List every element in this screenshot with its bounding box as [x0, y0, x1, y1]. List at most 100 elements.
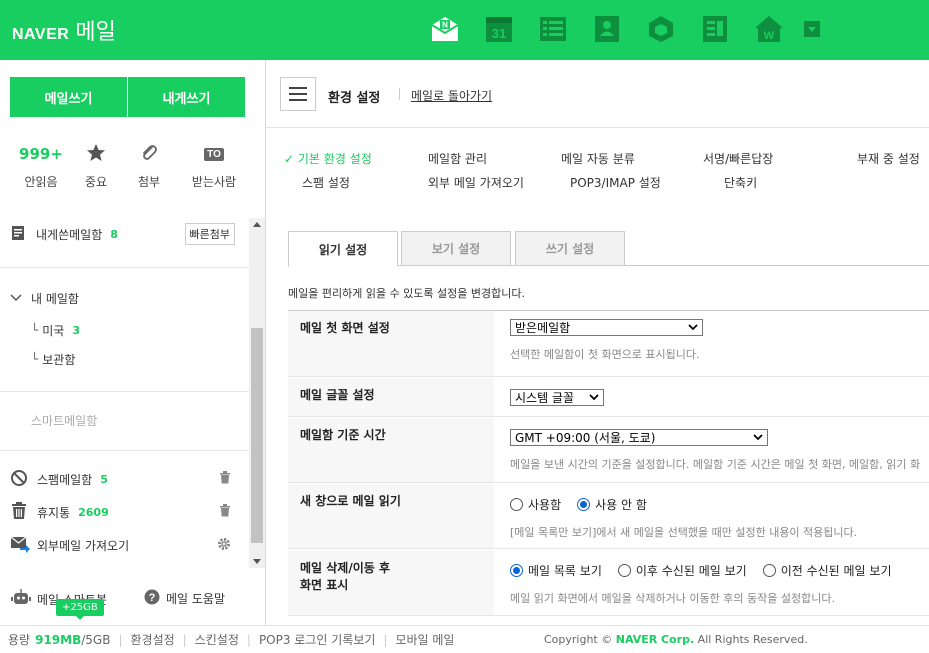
folder-item[interactable]: └ 미국 3	[0, 320, 249, 340]
tab-read-settings[interactable]: 읽기 설정	[288, 231, 398, 267]
box-app-icon[interactable]	[644, 12, 678, 46]
copyright-prefix: Copyright ©	[544, 633, 613, 646]
quick-unread[interactable]: 999+ 안읽음	[11, 140, 71, 190]
nav-auto-classify[interactable]: 메일 자동 분류	[561, 150, 635, 167]
storage-total: /5GB	[81, 632, 111, 647]
tab-view-settings[interactable]: 보기 설정	[401, 231, 511, 266]
my-folders-toggle[interactable]: 내 메일함	[0, 288, 249, 308]
more-dropdown-icon[interactable]	[802, 12, 822, 46]
empty-trash-icon[interactable]	[219, 504, 231, 520]
radio-prev-mail[interactable]: 이전 수신된 메일 보기	[762, 562, 892, 579]
footer-link-pop3-log[interactable]: POP3 로그인 기록보기	[259, 631, 375, 648]
nav-external-mail[interactable]: 외부 메일 가져오기	[428, 174, 524, 191]
smart-folder-label: 스마트메일함	[31, 413, 98, 428]
write-buttons: 메일쓰기 내게쓰기	[10, 77, 245, 117]
radio-button[interactable]	[762, 564, 776, 577]
home-app-icon[interactable]: W	[752, 12, 786, 46]
first-screen-select[interactable]: 받은메일함	[510, 319, 703, 336]
scroll-thumb[interactable]	[251, 328, 263, 543]
radio-list-view[interactable]: 메일 목록 보기	[510, 562, 602, 579]
radio-button[interactable]	[510, 498, 523, 511]
radio-not-use[interactable]: 사용 안 함	[577, 496, 647, 513]
setting-row: 메일 첫 화면 설정 받은메일함 선택한 메일함이 첫 화면으로 표시됩니다.	[288, 311, 929, 377]
quick-important[interactable]: 중요	[66, 140, 126, 190]
nav-away-settings[interactable]: 부재 중 설정	[857, 150, 920, 167]
empty-spam-trash-icon[interactable]	[219, 471, 231, 487]
todo-app-icon[interactable]	[536, 12, 570, 46]
quick-attachment[interactable]: 첨부	[119, 140, 179, 190]
footer-link-settings[interactable]: 환경설정	[131, 631, 175, 648]
setting-row: 메일 삭제/이동 후 화면 표시 메일 목록 보기 이후 수신된 메일 보기 이…	[288, 550, 929, 616]
nav-signature[interactable]: 서명/빠른답장	[703, 150, 773, 167]
storage-label: 용량	[8, 633, 31, 647]
sidebar-scrollbar[interactable]	[249, 218, 265, 568]
select-value: 시스템 글꼴	[515, 391, 575, 405]
divider	[0, 267, 249, 268]
folder-trash[interactable]: 휴지통 2609	[0, 501, 249, 523]
copyright-corp[interactable]: NAVER Corp.	[616, 633, 694, 646]
tree-branch-icon: └	[31, 323, 39, 337]
settings-nav: ✓ 기본 환경 설정 메일함 관리 메일 자동 분류 서명/빠른답장 부재 중 …	[266, 128, 929, 218]
folder-spam[interactable]: 스팸메일함 5	[0, 468, 249, 490]
help-link[interactable]: ? 메일 도움말	[144, 589, 225, 608]
setting-label: 메일함 기준 시간	[288, 418, 494, 482]
calendar-app-icon[interactable]: 31	[482, 12, 516, 46]
back-to-mail-link[interactable]: 메일로 돌아가기	[411, 87, 492, 104]
nav-pop3-imap[interactable]: POP3/IMAP 설정	[570, 174, 661, 191]
storage-upgrade-tooltip[interactable]: +25GB	[56, 599, 104, 620]
folder-name: 휴지통	[37, 505, 71, 520]
new-window-radio-group: 사용함 사용 안 함	[510, 496, 929, 513]
settings-description: 메일을 편리하게 읽을 수 있도록 설정을 변경합니다.	[288, 287, 525, 300]
scroll-up-arrow-icon[interactable]	[253, 222, 261, 227]
nav-spam-settings[interactable]: 스팸 설정	[302, 174, 350, 191]
radio-button[interactable]	[617, 564, 631, 577]
quick-attach-button[interactable]: 빠른첨부	[184, 223, 235, 245]
quick-filters: 999+ 안읽음 중요 첨부 TO 받는사람	[0, 140, 265, 200]
setting-hint: 선택한 메일함이 첫 화면으로 표시됩니다.	[510, 348, 700, 361]
timezone-select[interactable]: GMT +09:00 (서울, 도쿄)	[510, 429, 768, 446]
contacts-app-icon[interactable]	[590, 12, 624, 46]
setting-label-line: 메일 삭제/이동 후	[300, 561, 391, 575]
write-to-self-button[interactable]: 내게쓰기	[128, 77, 245, 117]
write-mail-button[interactable]: 메일쓰기	[10, 77, 127, 117]
footer-link-skin[interactable]: 스킨설정	[195, 631, 239, 648]
select-value: 받은메일함	[515, 321, 571, 335]
radio-label: 사용 안 함	[595, 498, 647, 512]
scroll-down-arrow-icon[interactable]	[253, 559, 261, 564]
footer: 용량 919MB /5GB | 환경설정 | 스킨설정 | POP3 로그인 기…	[0, 625, 929, 653]
footer-link-mobile[interactable]: 모바일 메일	[395, 631, 454, 648]
nav-mailbox-manage[interactable]: 메일함 관리	[428, 150, 487, 167]
settings-header: 환경 설정 메일로 돌아가기	[266, 60, 929, 128]
check-icon: ✓	[284, 152, 295, 166]
setting-label: 메일 삭제/이동 후 화면 표시	[288, 550, 494, 615]
setting-cell: 시스템 글꼴	[494, 378, 929, 416]
mail-app-icon[interactable]: N	[428, 12, 462, 46]
naver-mail-logo[interactable]: NAVER 메일	[12, 14, 116, 46]
folder-item[interactable]: └ 보관함	[0, 349, 249, 369]
nav-basic-settings[interactable]: ✓ 기본 환경 설정	[284, 150, 372, 167]
quick-recipient[interactable]: TO 받는사람	[184, 140, 244, 190]
spam-block-icon	[10, 469, 28, 490]
quick-important-label: 중요	[84, 175, 108, 189]
folder-count: 8	[110, 227, 118, 241]
setting-row: 메일함 기준 시간 GMT +09:00 (서울, 도쿄) 메일을 보낸 시간의…	[288, 418, 929, 483]
tab-write-settings[interactable]: 쓰기 설정	[515, 231, 625, 266]
folder-count: 2609	[78, 505, 109, 519]
folder-external[interactable]: 외부메일 가져오기	[0, 534, 249, 556]
setting-cell: GMT +09:00 (서울, 도쿄) 메일을 보낸 시간의 기준을 설정합니다…	[494, 418, 929, 482]
nav-shortcuts[interactable]: 단축키	[724, 174, 757, 191]
radio-next-mail[interactable]: 이후 수신된 메일 보기	[617, 562, 747, 579]
smart-folder[interactable]: 스마트메일함	[0, 410, 249, 430]
copyright-suffix: All Rights Reserved.	[697, 633, 808, 646]
folder-name: 외부메일 가져오기	[37, 538, 130, 553]
nav-label: 기본 환경 설정	[297, 152, 372, 166]
radio-use[interactable]: 사용함	[510, 496, 561, 513]
radio-button[interactable]	[510, 564, 523, 577]
after-delete-radio-group: 메일 목록 보기 이후 수신된 메일 보기 이전 수신된 메일 보기	[510, 562, 929, 579]
memo-app-icon[interactable]	[698, 12, 732, 46]
font-select[interactable]: 시스템 글꼴	[510, 389, 604, 406]
gear-icon[interactable]	[217, 537, 231, 554]
folder-self[interactable]: 내게쓴메일함 8 빠른첨부	[0, 223, 249, 245]
menu-hamburger-icon[interactable]	[280, 77, 316, 111]
radio-button[interactable]	[577, 498, 591, 511]
